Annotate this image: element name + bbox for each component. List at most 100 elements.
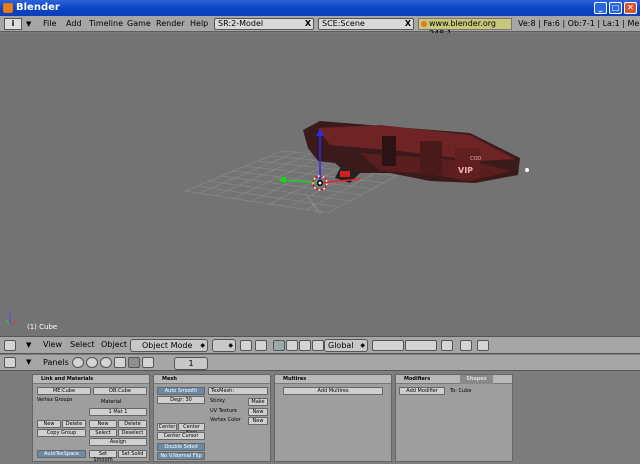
menu-add[interactable]: Add bbox=[66, 16, 82, 32]
object-name-field[interactable]: OB:Cube bbox=[93, 387, 147, 395]
set-solid-button[interactable]: Set Solid bbox=[118, 450, 147, 458]
frame-number: 1 bbox=[188, 359, 194, 368]
menu-game[interactable]: Game bbox=[127, 16, 151, 32]
material-index-field[interactable]: 1 Mat 1 bbox=[89, 408, 147, 416]
script-context-icon[interactable] bbox=[86, 357, 98, 368]
scene-name: SCE:Scene bbox=[322, 19, 365, 28]
material-label: Material bbox=[101, 399, 122, 405]
scene-stats: Ve:8 | Fa:6 | Ob:7-1 | La:1 | Me bbox=[518, 19, 640, 28]
set-smooth-button[interactable]: Set Smooth bbox=[89, 450, 117, 463]
shading-context-icon[interactable] bbox=[100, 357, 112, 368]
window-titlebar: Blender _ □ ✕ bbox=[0, 0, 640, 16]
buttons-editor-type-icon[interactable] bbox=[4, 357, 16, 368]
material-new-button[interactable]: New bbox=[89, 420, 117, 428]
panels-label: Panels bbox=[43, 358, 69, 367]
scene-selector[interactable]: SCE:Scene X bbox=[318, 18, 414, 30]
autotexspace-toggle[interactable]: AutoTexSpace bbox=[37, 450, 86, 458]
sticky-label: Sticky bbox=[210, 398, 225, 404]
center-button[interactable]: Center bbox=[157, 423, 177, 431]
minimize-button[interactable]: _ bbox=[594, 2, 607, 14]
axis-gizmo-icon bbox=[5, 313, 18, 326]
opengl-render-icon[interactable] bbox=[477, 340, 489, 351]
buttons-header-collapse-icon[interactable]: ▼ bbox=[26, 355, 31, 370]
mode-dropdown[interactable]: Object Mode ◆ bbox=[130, 339, 208, 352]
shapes-tab[interactable]: Shapes bbox=[460, 375, 493, 384]
menu-file[interactable]: File bbox=[43, 16, 56, 32]
panel-mesh-title[interactable]: Mesh bbox=[154, 375, 270, 384]
panel-multires: Multires Add Multires bbox=[274, 374, 392, 462]
modifiers-tab[interactable]: Modifiers bbox=[404, 376, 430, 382]
menu-select[interactable]: Select bbox=[70, 337, 95, 353]
maximize-button[interactable]: □ bbox=[609, 2, 622, 14]
layer-buttons-b[interactable] bbox=[405, 340, 437, 351]
blender-app-icon bbox=[3, 3, 13, 13]
auto-smooth-toggle[interactable]: Auto Smooth bbox=[157, 387, 205, 395]
menu-help[interactable]: Help bbox=[190, 16, 208, 32]
add-multires-button[interactable]: Add Multires bbox=[283, 387, 383, 395]
material-select-button[interactable]: Select bbox=[89, 429, 117, 437]
buttons-header: ▼ Panels 1 bbox=[0, 355, 640, 371]
close-button[interactable]: ✕ bbox=[624, 2, 637, 14]
frame-number-field[interactable]: 1 bbox=[174, 357, 208, 370]
window-title: Blender bbox=[16, 2, 60, 13]
menu-timeline[interactable]: Timeline bbox=[89, 16, 123, 32]
info-window-icon[interactable]: i bbox=[4, 18, 22, 30]
center-new-button[interactable]: Center New bbox=[178, 423, 205, 436]
menu-view[interactable]: View bbox=[43, 337, 62, 353]
menu-object[interactable]: Object bbox=[101, 337, 127, 353]
orientation-dropdown[interactable]: Global ◆ bbox=[324, 339, 368, 352]
menu-render[interactable]: Render bbox=[156, 16, 184, 32]
manipulator-hand-icon[interactable] bbox=[273, 340, 285, 351]
translate-manipulator-icon[interactable] bbox=[286, 340, 298, 351]
uv-texture-new-button[interactable]: New bbox=[248, 408, 268, 416]
degr-field[interactable]: Degr: 30 bbox=[157, 396, 205, 404]
material-deselect-button[interactable]: Deselect bbox=[118, 429, 147, 437]
vertex-groups-label: Vertex Groups bbox=[37, 397, 73, 403]
vgroup-delete-button[interactable]: Delete bbox=[62, 420, 86, 428]
uv-texture-label: UV Texture bbox=[210, 408, 237, 414]
buttons-panels-area: Link and Materials ME:Cube OB:Cube Verte… bbox=[0, 371, 640, 464]
sticky-make-button[interactable]: Make bbox=[248, 398, 268, 406]
object-context-icon[interactable] bbox=[114, 357, 126, 368]
mesh-name-field[interactable]: ME:Cube bbox=[37, 387, 91, 395]
screen-selector[interactable]: SR:2-Model X bbox=[214, 18, 314, 30]
panel-modifiers-title[interactable]: Modifiers Shapes bbox=[396, 375, 512, 384]
3d-viewport[interactable]: VIP COD (1) Cube bbox=[0, 33, 640, 336]
header-collapse-icon[interactable]: ▼ bbox=[26, 16, 31, 32]
logic-context-icon[interactable] bbox=[72, 357, 84, 368]
modifier-target-label: To: Cube bbox=[450, 388, 472, 394]
render-icon[interactable] bbox=[460, 340, 472, 351]
scene-delete-icon[interactable]: X bbox=[405, 19, 411, 29]
layer-buttons-a[interactable] bbox=[372, 340, 404, 351]
scale-manipulator-icon[interactable] bbox=[312, 340, 324, 351]
gun-cod-text: COD bbox=[470, 156, 481, 162]
lock-layer-icon[interactable] bbox=[441, 340, 453, 351]
panel-multires-title[interactable]: Multires bbox=[275, 375, 391, 384]
vertex-color-new-button[interactable]: New bbox=[248, 417, 268, 425]
panel-modifiers: Modifiers Shapes Add Modifier To: Cube bbox=[395, 374, 513, 462]
editor-type-icon[interactable] bbox=[4, 340, 16, 351]
viewport-scene[interactable]: VIP COD bbox=[0, 33, 640, 336]
gun-vip-text: VIP bbox=[458, 166, 473, 175]
double-sided-toggle[interactable]: Double Sided bbox=[157, 443, 205, 451]
scene-context-icon[interactable] bbox=[142, 357, 154, 368]
editing-context-icon[interactable] bbox=[128, 357, 140, 368]
material-delete-button[interactable]: Delete bbox=[118, 420, 147, 428]
site-version-label: www.blender.org 248.1 bbox=[418, 18, 512, 38]
texmesh-field[interactable]: TexMesh: bbox=[208, 387, 268, 395]
no-vnormal-flip-toggle[interactable]: No V.Normal Flip bbox=[157, 452, 205, 460]
snap-icon[interactable] bbox=[255, 340, 267, 351]
rotate-manipulator-icon[interactable] bbox=[299, 340, 311, 351]
gun-model[interactable]: VIP COD bbox=[303, 121, 529, 183]
vgroup-new-button[interactable]: New bbox=[37, 420, 61, 428]
viewport-header-collapse-icon[interactable]: ▼ bbox=[26, 337, 31, 353]
center-cursor-button[interactable]: Center Cursor bbox=[157, 432, 205, 440]
add-modifier-button[interactable]: Add Modifier bbox=[399, 387, 445, 395]
copy-group-button[interactable]: Copy Group bbox=[37, 429, 86, 437]
pivot-icon[interactable] bbox=[240, 340, 252, 351]
draw-type-dropdown[interactable]: ◆ bbox=[212, 339, 236, 352]
screen-delete-icon[interactable]: X bbox=[305, 19, 311, 29]
viewport-header: ▼ View Select Object Object Mode ◆ ◆ Glo… bbox=[0, 336, 640, 354]
material-assign-button[interactable]: Assign bbox=[89, 438, 147, 446]
panel-link-materials-title[interactable]: Link and Materials bbox=[33, 375, 149, 384]
